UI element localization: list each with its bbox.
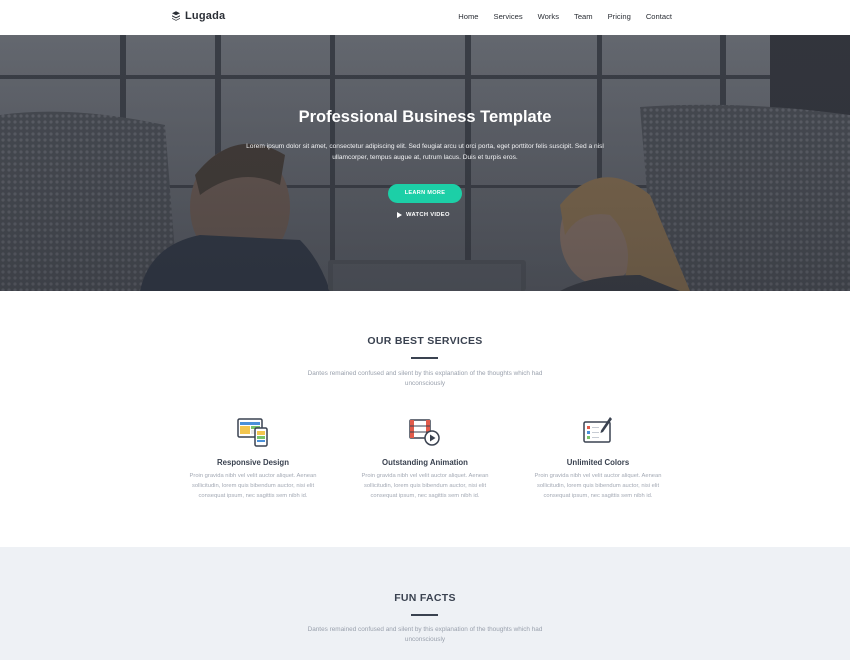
hero-background-photo [0,35,850,291]
facts-subtitle: Dantes remained confused and silent by t… [307,626,543,643]
hero-title: Professional Business Template [298,108,552,126]
service-description: Proin gravida nibh vel velit auctor aliq… [361,473,489,499]
nav-pricing[interactable]: Pricing [608,12,631,21]
layers-icon [172,11,180,21]
video-animation-icon [409,419,440,446]
service-card: Unlimited Colors Proin gravida nibh vel … [523,416,673,501]
service-title: Unlimited Colors [566,458,630,467]
main-nav: Home Services Works Team Pricing Contact [458,12,672,21]
nav-services[interactable]: Services [494,12,523,21]
service-card: Outstanding Animation Proin gravida nibh… [350,416,500,501]
fun-facts-section: FUN FACTS Dantes remained confused and s… [0,547,850,660]
services-subtitle: Dantes remained confused and silent by t… [307,370,543,387]
service-title: Outstanding Animation [382,458,468,467]
nav-team[interactable]: Team [574,12,593,21]
hero-section: Professional Business Template Lorem ips… [0,35,850,291]
watch-video-link[interactable]: WATCH VIDEO [397,212,450,218]
facts-title-divider [411,614,438,616]
services-title: OUR BEST SERVICES [367,335,483,347]
learn-more-button[interactable]: LEARN MORE [388,184,462,203]
brand-logo[interactable]: Lugada [172,10,225,22]
services-title-divider [411,357,438,359]
service-title: Responsive Design [217,458,289,467]
play-icon [397,212,402,218]
watch-video-label: WATCH VIDEO [406,212,450,218]
hero-description: Lorem ipsum dolor sit amet, consectetur … [246,143,604,161]
navbar: Lugada Home Services Works Team Pricing … [0,0,850,35]
service-card: Responsive Design Proin gravida nibh vel… [178,416,328,501]
nav-contact[interactable]: Contact [646,12,672,21]
nav-works[interactable]: Works [538,12,559,21]
service-description: Proin gravida nibh vel velit auctor aliq… [189,473,317,499]
color-tablet-icon [583,417,612,443]
brand-name: Lugada [185,10,226,22]
facts-title: FUN FACTS [394,592,456,604]
services-section: OUR BEST SERVICES Dantes remained confus… [0,291,850,547]
service-description: Proin gravida nibh vel velit auctor aliq… [534,473,662,499]
nav-home[interactable]: Home [458,12,478,21]
responsive-devices-icon [237,418,268,447]
